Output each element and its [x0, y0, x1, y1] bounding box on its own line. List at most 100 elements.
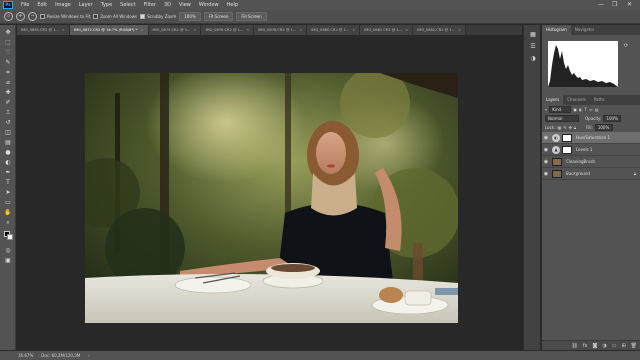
- zoom-tool-icon[interactable]: ⌕: [3, 219, 13, 227]
- history-brush-icon[interactable]: ↺: [3, 119, 13, 127]
- brush-tool-icon[interactable]: ✐: [3, 99, 13, 107]
- document-tab[interactable]: IMG_0881.CR2 @ 1... ×: [360, 25, 414, 35]
- zoom-all-windows-checkbox[interactable]: Zoom All Windows: [93, 14, 137, 19]
- zoom-level[interactable]: 16.67%: [18, 353, 33, 358]
- checkbox-box[interactable]: [140, 14, 146, 19]
- visibility-eye-icon[interactable]: ◉: [542, 171, 550, 177]
- document-tab[interactable]: IMG_0865.CR2 @ 1... ×: [17, 25, 70, 35]
- menu-image[interactable]: Image: [51, 2, 75, 8]
- menu-3d[interactable]: 3D: [160, 2, 175, 8]
- move-tool-icon[interactable]: ✥: [3, 29, 13, 37]
- pen-tool-icon[interactable]: ✒: [3, 169, 13, 177]
- history-icon[interactable]: ▦: [528, 31, 538, 39]
- menu-edit[interactable]: Edit: [33, 2, 51, 8]
- lock-position-icon[interactable]: ✥: [569, 125, 572, 130]
- menu-window[interactable]: Window: [195, 2, 223, 8]
- tab-channels[interactable]: Channels: [563, 95, 590, 105]
- new-adjustment-icon[interactable]: ◑: [602, 343, 606, 349]
- document-tab[interactable]: IMG_0878.CR2 @ 1... ×: [254, 25, 308, 35]
- kind-filter-select[interactable]: Kind: [549, 106, 572, 113]
- visibility-eye-icon[interactable]: ◉: [542, 135, 550, 141]
- tab-histogram[interactable]: Histogram: [542, 25, 571, 35]
- delete-layer-icon[interactable]: 🗑︎: [631, 343, 637, 349]
- shape-tool-icon[interactable]: ▭: [3, 199, 13, 207]
- close-tab-icon[interactable]: ×: [140, 25, 143, 35]
- close-tab-icon[interactable]: ×: [299, 25, 302, 35]
- visibility-eye-icon[interactable]: ◉: [542, 147, 550, 153]
- filter-smart-icon[interactable]: ▤: [595, 107, 599, 112]
- add-mask-icon[interactable]: ◙: [592, 343, 597, 349]
- close-window-button[interactable]: ✕: [627, 1, 632, 8]
- layer-hue-saturation[interactable]: ◉ ◐ Hue/Saturation 1: [542, 132, 640, 144]
- close-tab-icon[interactable]: ×: [246, 25, 249, 35]
- checkbox-box[interactable]: [40, 14, 45, 19]
- dodge-tool-icon[interactable]: ◐: [3, 159, 13, 167]
- fill-input[interactable]: 100%: [594, 124, 613, 131]
- filter-adjustment-icon[interactable]: ◐: [579, 107, 583, 112]
- visibility-eye-icon[interactable]: ◉: [542, 159, 550, 165]
- tab-paths[interactable]: Paths: [590, 95, 609, 105]
- restore-button[interactable]: ❐: [612, 1, 617, 8]
- tab-layers[interactable]: Layers: [542, 95, 564, 105]
- stamp-tool-icon[interactable]: ⎍: [3, 109, 13, 117]
- type-tool-icon[interactable]: T: [3, 179, 13, 187]
- quick-mask-icon[interactable]: ◎: [3, 247, 13, 255]
- close-tab-icon[interactable]: ×: [458, 25, 461, 35]
- fit-screen-button[interactable]: Fit Screen: [203, 12, 234, 21]
- zoom-in-icon[interactable]: +: [16, 12, 25, 21]
- menu-select[interactable]: Select: [116, 2, 139, 8]
- document-tab[interactable]: IMG_0880.CR2 @ 1... ×: [307, 25, 361, 35]
- zoom-100-button[interactable]: 100%: [179, 12, 201, 21]
- hand-tool-icon[interactable]: ✋: [3, 209, 13, 217]
- menu-layer[interactable]: Layer: [75, 2, 97, 8]
- document-tab[interactable]: IMG_0875.CR2 @ 1... ×: [148, 25, 202, 35]
- zoom-tool-icon[interactable]: ⌕: [4, 12, 13, 21]
- tab-navigator[interactable]: Navigator: [571, 25, 599, 35]
- document-tab[interactable]: IMG_0882.CR2 @ 1... ×: [413, 25, 467, 35]
- layer-mask-thumb[interactable]: [562, 133, 572, 142]
- checkbox-box[interactable]: [93, 14, 99, 19]
- blend-mode-select[interactable]: Normal: [545, 115, 579, 122]
- close-tab-icon[interactable]: ×: [405, 25, 408, 35]
- layer-background[interactable]: ◉ Background 🔒︎: [542, 168, 640, 180]
- close-tab-icon[interactable]: ×: [62, 25, 65, 35]
- lock-all-icon[interactable]: 🔒︎: [574, 125, 576, 130]
- zoom-out-icon[interactable]: −: [28, 12, 37, 21]
- fx-icon[interactable]: fx: [583, 343, 588, 349]
- layer-cleaning-brush[interactable]: ◉ CleaningBrush: [542, 156, 640, 168]
- properties-icon[interactable]: ☰: [528, 43, 538, 51]
- filter-pixel-icon[interactable]: ▣: [573, 107, 577, 112]
- layer-mask-thumb[interactable]: [562, 145, 572, 154]
- gradient-tool-icon[interactable]: ▤: [3, 139, 13, 147]
- lock-pixels-icon[interactable]: ▦: [557, 125, 561, 130]
- adjustments-icon[interactable]: ◑: [528, 55, 538, 63]
- filter-shape-icon[interactable]: ▭: [589, 107, 593, 112]
- link-layers-icon[interactable]: ⛓: [571, 343, 577, 349]
- opacity-input[interactable]: 100%: [603, 115, 622, 122]
- lasso-tool-icon[interactable]: ➰: [3, 49, 13, 57]
- screen-mode-icon[interactable]: ▣: [3, 257, 13, 265]
- menu-type[interactable]: Type: [97, 2, 116, 8]
- minimize-button[interactable]: —: [598, 1, 604, 8]
- document-image[interactable]: [85, 73, 458, 323]
- lock-paint-icon[interactable]: ✎: [563, 125, 566, 130]
- status-arrow-icon[interactable]: ›: [88, 353, 90, 358]
- menu-view[interactable]: View: [175, 2, 195, 8]
- new-group-icon[interactable]: ▭: [612, 343, 617, 349]
- layer-levels[interactable]: ◉ ▲ Levels 1: [542, 144, 640, 156]
- blur-tool-icon[interactable]: ●: [3, 149, 13, 157]
- document-tab-active[interactable]: IMG_0872.CR2 @ 16.7% (RGB/8*) * ×: [69, 25, 149, 35]
- crop-tool-icon[interactable]: ⌗: [3, 69, 13, 77]
- marquee-tool-icon[interactable]: ⬚: [3, 39, 13, 47]
- close-tab-icon[interactable]: ×: [193, 25, 196, 35]
- menu-file[interactable]: File: [17, 2, 33, 8]
- quick-select-tool-icon[interactable]: ✎: [3, 59, 13, 67]
- scrubby-zoom-checkbox[interactable]: Scrubby Zoom: [140, 14, 176, 19]
- path-select-tool-icon[interactable]: ➤: [3, 189, 13, 197]
- document-tab[interactable]: IMG_0876.CR2 @ 1... ×: [201, 25, 255, 35]
- fill-screen-button[interactable]: Fill Screen: [236, 12, 267, 21]
- new-layer-icon[interactable]: ⊞: [621, 343, 625, 349]
- healing-tool-icon[interactable]: ✚: [3, 89, 13, 97]
- eyedropper-tool-icon[interactable]: ⌀: [3, 79, 13, 87]
- menu-filter[interactable]: Filter: [140, 2, 160, 8]
